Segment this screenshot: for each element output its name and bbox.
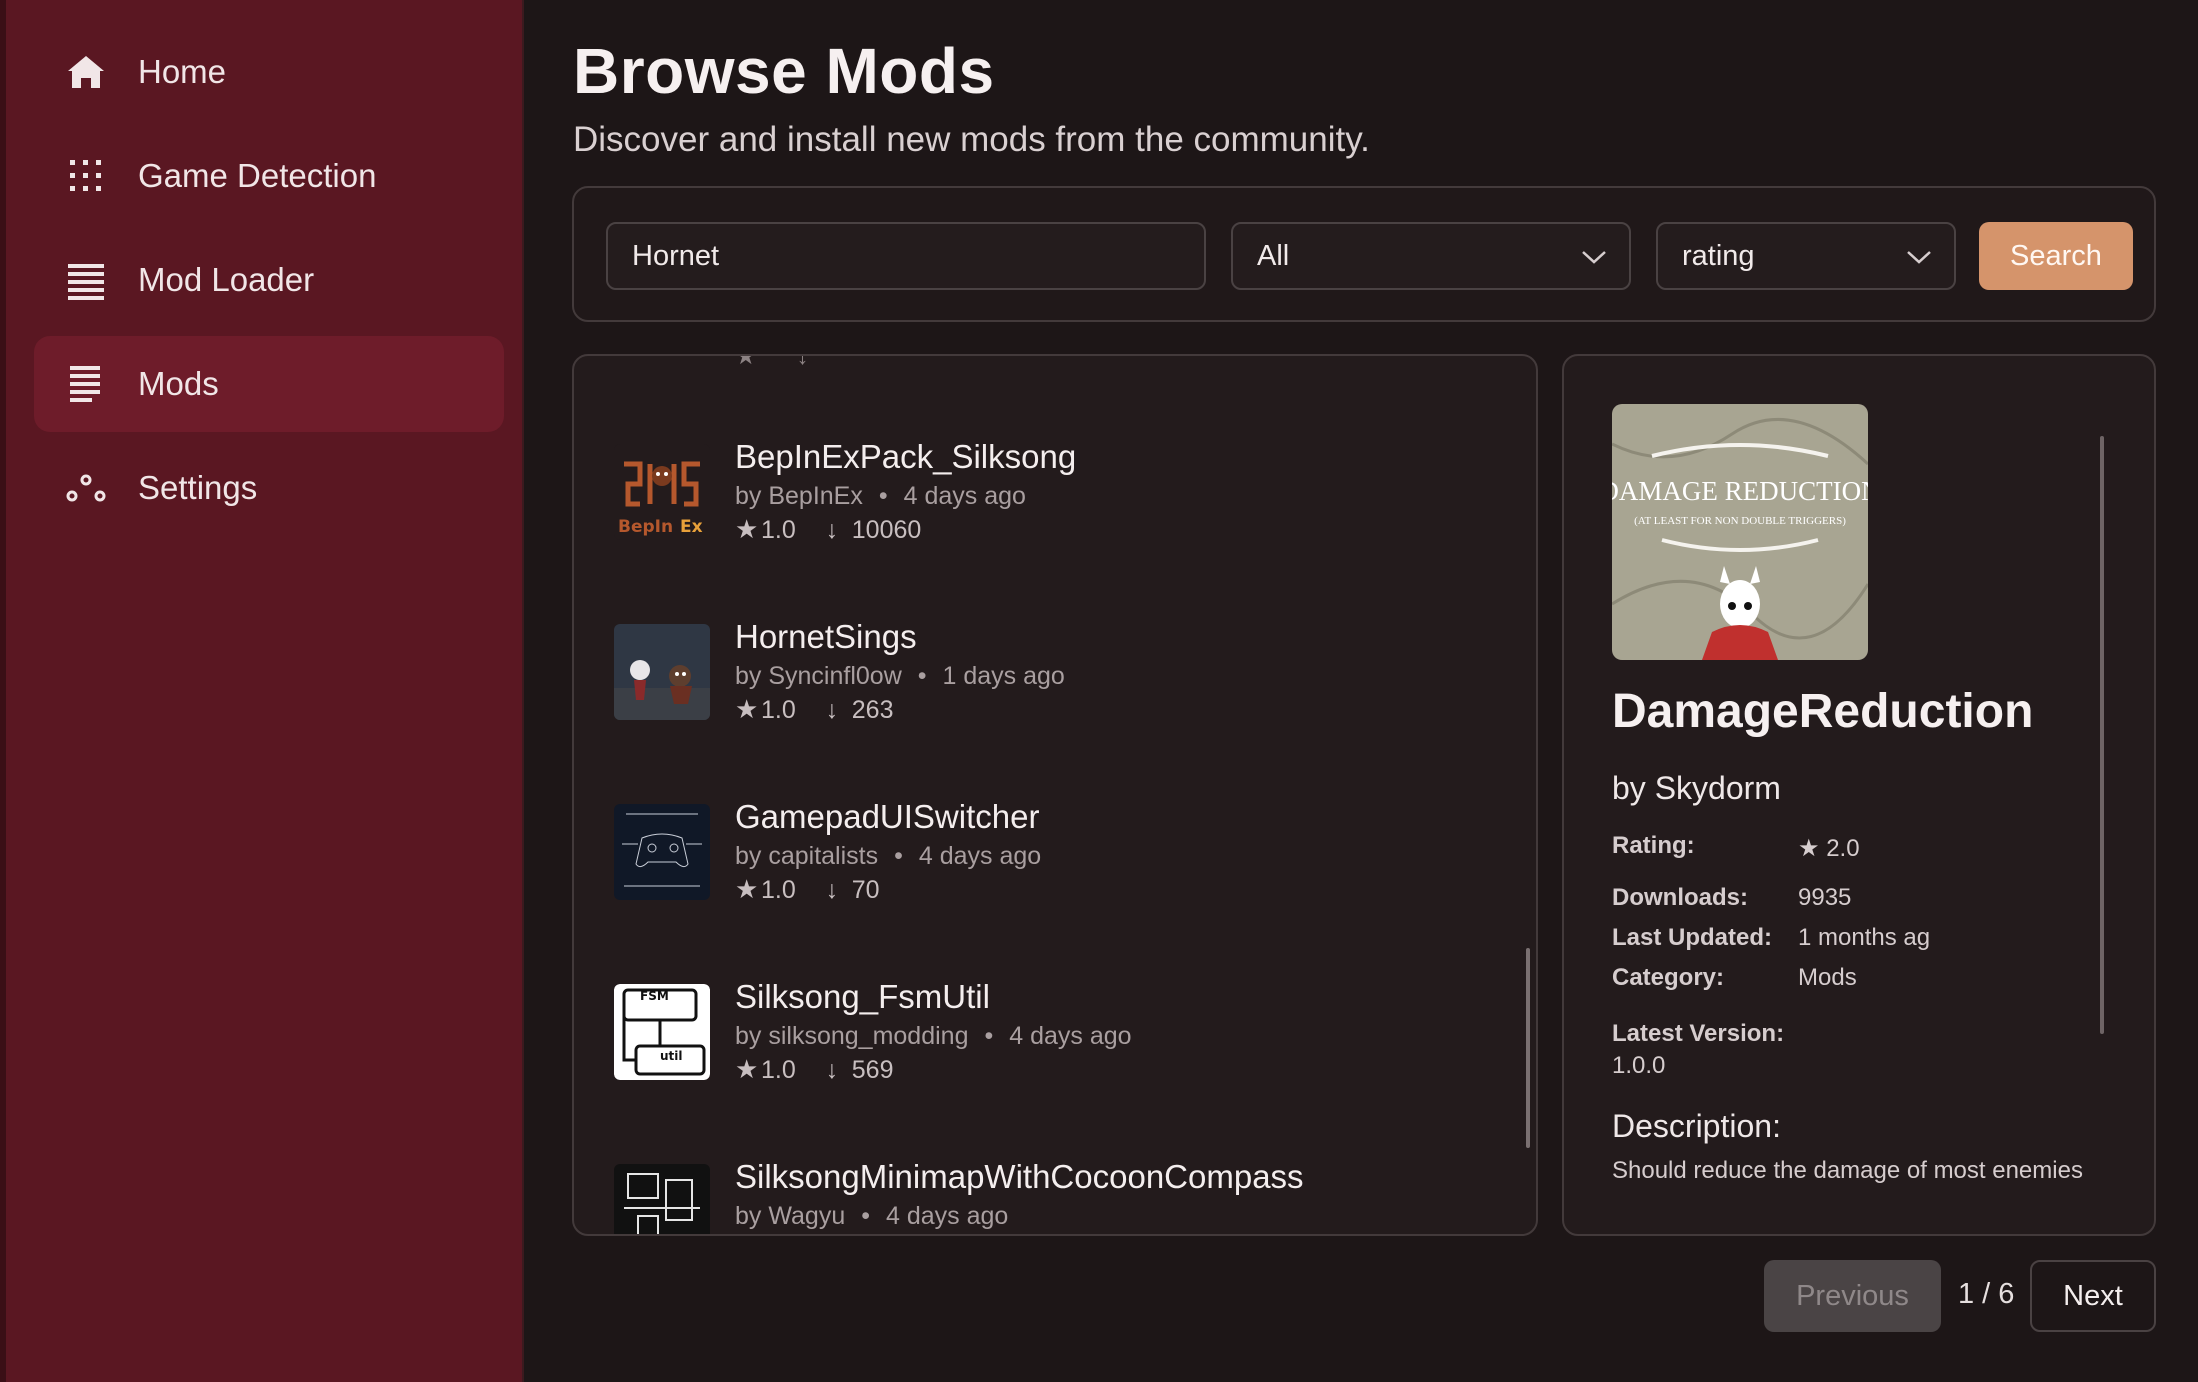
mod-stats: ★ 1.0 ↓ 70 xyxy=(735,874,880,904)
star-icon: ★ xyxy=(1798,835,1820,862)
list-icon xyxy=(64,362,108,406)
mod-stats: ★ 1.0 ↓ 569 xyxy=(735,1054,894,1084)
sidebar-item-home[interactable]: Home xyxy=(34,24,504,120)
category-select[interactable]: All xyxy=(1231,222,1631,290)
svg-text:Ex: Ex xyxy=(680,517,703,537)
list-item[interactable]: BepIn Ex BepInExPack_Silksong by BepInEx… xyxy=(574,438,1514,594)
chevron-down-icon xyxy=(1907,251,1931,264)
sidebar-item-label: Mod Loader xyxy=(138,261,315,298)
chevron-down-icon xyxy=(1582,251,1606,264)
page-subtitle: Discover and install new mods from the c… xyxy=(573,120,1370,159)
sort-select[interactable]: rating xyxy=(1656,222,1956,290)
mod-detail-image: DAMAGE REDUCTION (AT LEAST FOR NON DOUBL… xyxy=(1612,404,1868,660)
download-icon: ↓ xyxy=(825,516,839,544)
mod-meta: by Syncinfl0ow • 1 days ago xyxy=(735,662,1065,690)
sort-select-value: rating xyxy=(1682,239,1755,272)
sidebar-item-label: Settings xyxy=(138,469,258,506)
rating-value: ★ 2.0 xyxy=(1798,835,1860,862)
grid-dots-icon xyxy=(64,154,108,198)
mod-name: SilksongMinimapWithCocoonCompass xyxy=(735,1158,1304,1195)
star-icon: ★ xyxy=(735,1054,759,1084)
list-item[interactable]: FSM util Silksong_FsmUtil by silksong_mo… xyxy=(574,978,1514,1134)
description-heading: Description: xyxy=(1612,1108,1781,1144)
star-icon: ★ xyxy=(735,514,759,544)
home-icon xyxy=(64,50,108,94)
page-indicator: 1 / 6 xyxy=(1958,1278,2015,1310)
category-label: Category: xyxy=(1612,964,1725,991)
svg-text:(AT LEAST FOR NON DOUBLE TRIGG: (AT LEAST FOR NON DOUBLE TRIGGERS) xyxy=(1634,515,1846,527)
mod-meta: by BepInEx • 4 days ago xyxy=(735,482,1026,510)
mod-meta: by silksong_modding • 4 days ago xyxy=(735,1022,1132,1050)
downloads-value: 9935 xyxy=(1798,884,1852,911)
last-updated-value: 1 months ag xyxy=(1798,924,1931,951)
mod-list: ★ ↓ BepIn Ex BepInExPack_Silksong by Bep… xyxy=(572,354,1538,1236)
mod-detail-author: by Skydorm xyxy=(1612,770,1781,806)
mod-name: Silksong_FsmUtil xyxy=(735,978,990,1015)
sidebar-item-mod-loader[interactable]: Mod Loader xyxy=(34,232,504,328)
svg-text:BepIn: BepIn xyxy=(618,517,673,537)
list-item[interactable]: GamepadUISwitcher by capitalists • 4 days … xyxy=(574,798,1514,954)
sidebar-item-settings[interactable]: Settings xyxy=(34,440,504,536)
svg-text:FSM: FSM xyxy=(640,989,669,1003)
mod-stats: ★ 1.0 ↓ 263 xyxy=(735,694,894,724)
list-icon xyxy=(64,258,108,302)
nodes-icon xyxy=(64,466,108,510)
hornet-art xyxy=(614,624,710,720)
previous-button[interactable]: Previous xyxy=(1764,1260,1941,1332)
bepinex-logo: BepIn Ex xyxy=(614,444,710,540)
list-item[interactable]: HornetSings by Syncinfl0ow • 1 days ago ★ 1… xyxy=(574,618,1514,774)
last-updated-label: Last Updated: xyxy=(1612,924,1773,951)
sidebar-item-label: Mods xyxy=(138,365,219,402)
download-icon: ↓ xyxy=(825,876,839,904)
gamepad-diagram xyxy=(614,804,710,900)
mod-meta: by capitalists • 4 days ago xyxy=(735,842,1042,870)
category-value: Mods xyxy=(1798,964,1857,991)
search-input[interactable] xyxy=(606,222,1206,290)
sidebar-item-label: Home xyxy=(138,53,227,90)
mod-meta: by Wagyu • 4 days ago xyxy=(735,1202,1009,1230)
search-button[interactable]: Search xyxy=(1979,222,2133,290)
partial-stats: ★ ↓ xyxy=(735,354,809,370)
latest-version-label: Latest Version: xyxy=(1612,1020,1785,1047)
downloads-label: Downloads: xyxy=(1612,884,1748,911)
download-icon: ↓ xyxy=(825,1056,839,1084)
list-item[interactable]: SilksongMinimapWithCocoonCompass by Wagy… xyxy=(574,1158,1514,1234)
search-panel: All rating Search xyxy=(572,186,2156,322)
category-select-value: All xyxy=(1257,239,1290,272)
fsm-util-logo: FSM util xyxy=(614,984,710,1080)
mod-name: GamepadUISwitcher xyxy=(735,798,1040,835)
next-button[interactable]: Next xyxy=(2030,1260,2156,1332)
sidebar: Home Game Detection Mod Loader Mods Sett… xyxy=(0,0,524,1382)
rating-label: Rating: xyxy=(1612,832,1695,859)
description-text: Should reduce the damage of most enemies xyxy=(1612,1157,2083,1184)
list-scrollbar[interactable] xyxy=(1526,948,1530,1148)
sidebar-item-label: Game Detection xyxy=(138,157,377,194)
download-icon: ↓ xyxy=(825,696,839,724)
mod-detail-title: DamageReduction xyxy=(1612,685,2034,738)
mod-detail-panel: DAMAGE REDUCTION (AT LEAST FOR NON DOUBL… xyxy=(1562,354,2156,1236)
svg-text:util: util xyxy=(660,1049,683,1063)
mod-stats: ★ 1.0 ↓ 10060 xyxy=(735,514,922,544)
latest-version-value: 1.0.0 xyxy=(1612,1052,1666,1079)
page-title: Browse Mods xyxy=(573,35,995,107)
sidebar-item-mods[interactable]: Mods xyxy=(34,336,504,432)
sidebar-item-game-detection[interactable]: Game Detection xyxy=(34,128,504,224)
star-icon: ★ xyxy=(735,874,759,904)
mod-name: HornetSings xyxy=(735,618,917,655)
detail-scrollbar[interactable] xyxy=(2100,436,2104,1034)
star-icon: ★ xyxy=(735,694,759,724)
minimap-art xyxy=(614,1164,710,1234)
mod-name: BepInExPack_Silksong xyxy=(735,438,1077,475)
svg-text:DAMAGE REDUCTION: DAMAGE REDUCTION xyxy=(1612,476,1868,506)
